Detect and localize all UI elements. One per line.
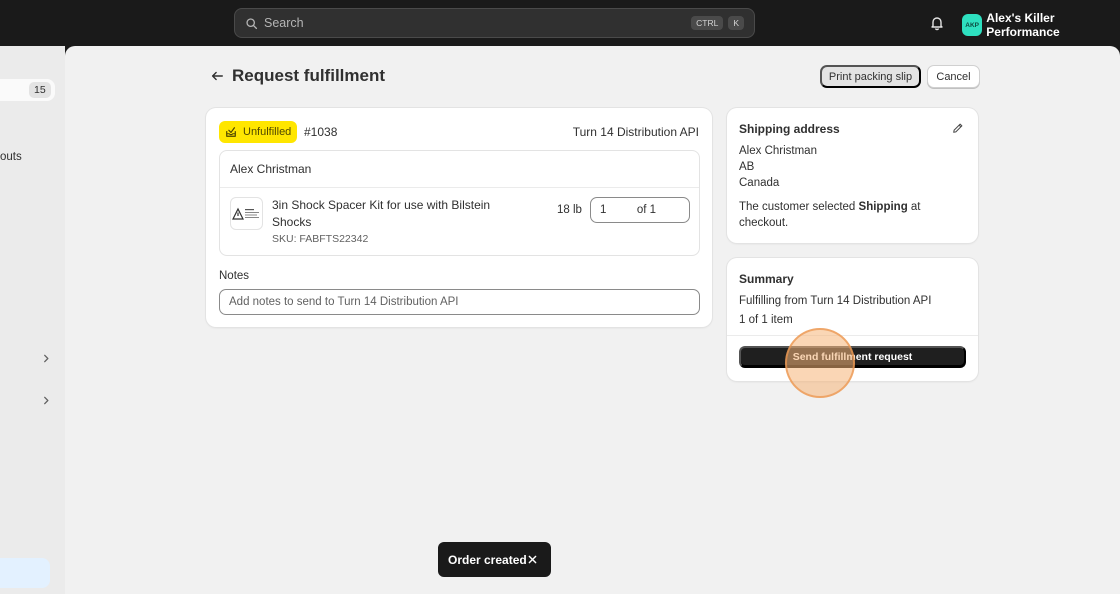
- shortcut-k-key: K: [728, 15, 744, 31]
- cancel-button[interactable]: Cancel: [927, 65, 980, 88]
- store-name: Alex's Killer Performance: [986, 11, 1060, 39]
- product-weight: 18 lb: [557, 204, 582, 216]
- fulfillment-card: Unfulfilled #1038 Turn 14 Distribution A…: [206, 108, 712, 327]
- product-thumbnail: [230, 197, 263, 230]
- fulfilling-from: Fulfilling from Turn 14 Distribution API: [739, 295, 932, 307]
- order-number: #1038: [304, 125, 338, 139]
- pencil-icon[interactable]: [952, 122, 964, 134]
- line-items-box: Alex Christman 3in Shock Spacer Kit for …: [219, 150, 700, 256]
- print-packing-slip-button[interactable]: Print packing slip: [820, 65, 921, 88]
- fulfillment-provider: Turn 14 Distribution API: [572, 125, 699, 139]
- product-name[interactable]: 3in Shock Spacer Kit for use with Bilste…: [272, 197, 497, 230]
- divider: [727, 335, 978, 336]
- shipping-country: Canada: [739, 177, 780, 189]
- shipping-address-title: Shipping address: [739, 122, 840, 136]
- send-fulfillment-request-button[interactable]: Send fulfillment request: [739, 346, 966, 368]
- quantity-total: of 1: [636, 204, 656, 216]
- notes-input[interactable]: Add notes to send to Turn 14 Distributio…: [219, 289, 700, 315]
- sidebar-item-partial-label[interactable]: outs: [0, 151, 22, 163]
- top-bar: Search CTRL K AKP Alex's Killer Performa…: [0, 0, 1120, 46]
- sidebar-count-badge: 15: [29, 82, 51, 98]
- shipping-method-note: The customer selected Shipping at checko…: [739, 199, 964, 231]
- shortcut-ctrl-key: CTRL: [691, 15, 724, 31]
- quantity-input[interactable]: 1 of 1: [590, 197, 690, 223]
- quantity-value: 1: [600, 204, 607, 216]
- status-badge-label: Unfulfilled: [243, 126, 292, 138]
- divider: [220, 187, 699, 188]
- close-icon[interactable]: [528, 555, 537, 564]
- shipping-method: Shipping: [858, 201, 908, 213]
- summary-card: Summary Fulfilling from Turn 14 Distribu…: [727, 258, 978, 381]
- shipping-address-card: Shipping address Alex Christman AB Canad…: [727, 108, 978, 243]
- shipping-name: Alex Christman: [739, 145, 817, 157]
- search-bar[interactable]: Search CTRL K: [234, 8, 755, 38]
- search-icon: [246, 17, 258, 29]
- shipping-note-prefix: The customer selected: [739, 201, 859, 213]
- product-sku: SKU: FABFTS22342: [272, 233, 369, 245]
- back-arrow-icon[interactable]: [210, 69, 224, 83]
- avatar: AKP: [962, 14, 983, 36]
- page-title: Request fulfillment: [232, 66, 386, 85]
- customer-name: Alex Christman: [230, 162, 312, 176]
- toast-message: Order created: [448, 552, 527, 567]
- sidebar-item-selected[interactable]: [0, 558, 50, 588]
- notes-label: Notes: [219, 270, 250, 282]
- status-badge: Unfulfilled: [219, 121, 297, 143]
- shipping-region: AB: [739, 161, 755, 173]
- bell-icon[interactable]: [929, 15, 945, 31]
- sidebar: 15 outs: [0, 46, 65, 594]
- toast-notification: Order created: [438, 542, 551, 577]
- fulfillment-status-icon: [226, 127, 236, 137]
- account-menu[interactable]: AKP Alex's Killer Performance: [962, 11, 1120, 39]
- chevron-right-icon[interactable]: [42, 396, 51, 405]
- chevron-right-icon[interactable]: [42, 354, 51, 363]
- item-count: 1 of 1 item: [739, 314, 793, 326]
- search-placeholder: Search: [264, 16, 304, 30]
- summary-title: Summary: [739, 272, 794, 286]
